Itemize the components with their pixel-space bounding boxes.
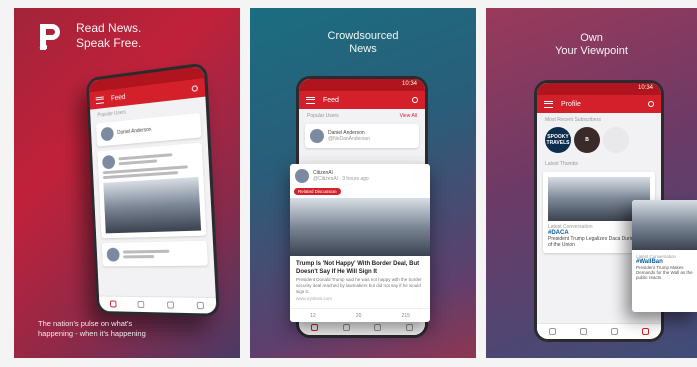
panel-headline: Read News. Speak Free. [76,21,142,50]
user-handle: @NoDanAnderson [328,136,371,142]
panel-headline: Own Your Viewpoint [555,32,628,57]
post-time: 3 hours ago [342,176,369,182]
echo-count[interactable]: 20 [356,313,362,319]
phone-mockup: Feed Popular Users Daniel Anderson [85,62,220,317]
post-card[interactable] [101,240,209,267]
avatar [295,169,309,183]
bottom-nav [98,295,217,314]
vote-count[interactable]: 215 [402,313,410,319]
related-discussion-badge[interactable]: Related Discussion [294,188,341,195]
user-name: Daniel Anderson [117,126,152,136]
profile-icon[interactable] [196,301,205,310]
post-image [103,176,202,234]
home-icon[interactable] [109,300,117,308]
discover-icon[interactable] [137,300,145,309]
app-bar: Profile [537,95,661,113]
search-icon[interactable] [412,97,418,103]
menu-icon[interactable] [544,100,553,108]
avatar [310,129,324,143]
subscriber-badge[interactable] [603,127,629,153]
tagline: The nation's pulse on what's happening -… [38,319,146,338]
post-image [632,200,697,250]
screenshot-panel-read-news: Read News. Speak Free. Feed Popular User… [14,8,240,358]
profile-icon[interactable] [405,324,413,331]
avatar [102,154,116,170]
section-label: Popular Users [307,113,339,119]
avatar [106,247,120,262]
status-time: 10:34 [537,83,661,95]
subscriber-badge[interactable]: SPOOKY TRAVELS [545,127,571,153]
parler-logo-icon [39,24,60,50]
home-icon[interactable] [549,328,556,335]
discover-icon[interactable] [342,324,350,331]
post-image [290,198,430,256]
user-card[interactable]: Daniel Anderson [96,112,202,147]
search-icon[interactable] [191,85,198,92]
notifications-icon[interactable] [374,324,382,331]
profile-icon[interactable] [642,328,649,335]
post-card[interactable] [97,142,207,239]
conversation-card-floating[interactable]: Latest Conversation #WallBan President T… [632,200,697,312]
view-all-link[interactable]: View All [400,113,417,119]
home-icon[interactable] [311,324,319,331]
post-card-expanded[interactable]: CitizenAl @CitizenAl · 3 hours ago Relat… [290,164,430,322]
user-card[interactable]: Daniel Anderson @NoDanAnderson [305,124,419,148]
post-excerpt: President Donald Trump said he was not h… [296,277,422,294]
status-time: 10:34 [299,79,425,91]
screenshot-panel-own-viewpoint: Own Your Viewpoint 10:34 Profile Most Re… [486,8,697,358]
section-label: Latest Thumbs [545,161,578,167]
app-bar-title: Profile [561,100,581,108]
menu-icon[interactable] [95,95,104,104]
discover-icon[interactable] [580,328,587,335]
card-text: President Trump Makes Demands for the Wa… [636,265,693,280]
notifications-icon[interactable] [611,328,618,335]
bottom-nav [537,323,661,339]
post-title[interactable]: Trump Is 'Not Happy' With Border Deal, B… [296,260,424,276]
app-bar-title: Feed [110,93,126,102]
section-label: Most Recent Subscribers [545,117,601,123]
post-handle: @CitizenAl [313,176,338,182]
screenshot-panel-crowdsourced-news: Crowdsourced News 10:34 Feed Popular Use… [250,8,476,358]
search-icon[interactable] [648,101,654,107]
subscriber-list: SPOOKY TRAVELS B [537,123,661,157]
app-bar: Feed [299,91,425,109]
menu-icon[interactable] [306,96,315,104]
notifications-icon[interactable] [166,301,174,309]
post-source[interactable]: www.nytimes.com [296,296,424,302]
post-actions: 12 20 215 [290,308,430,322]
avatar [100,126,114,142]
comment-count[interactable]: 12 [310,313,316,319]
panel-headline: Crowdsourced News [327,30,399,55]
subscriber-badge[interactable]: B [574,127,600,153]
app-bar-title: Feed [323,96,339,104]
